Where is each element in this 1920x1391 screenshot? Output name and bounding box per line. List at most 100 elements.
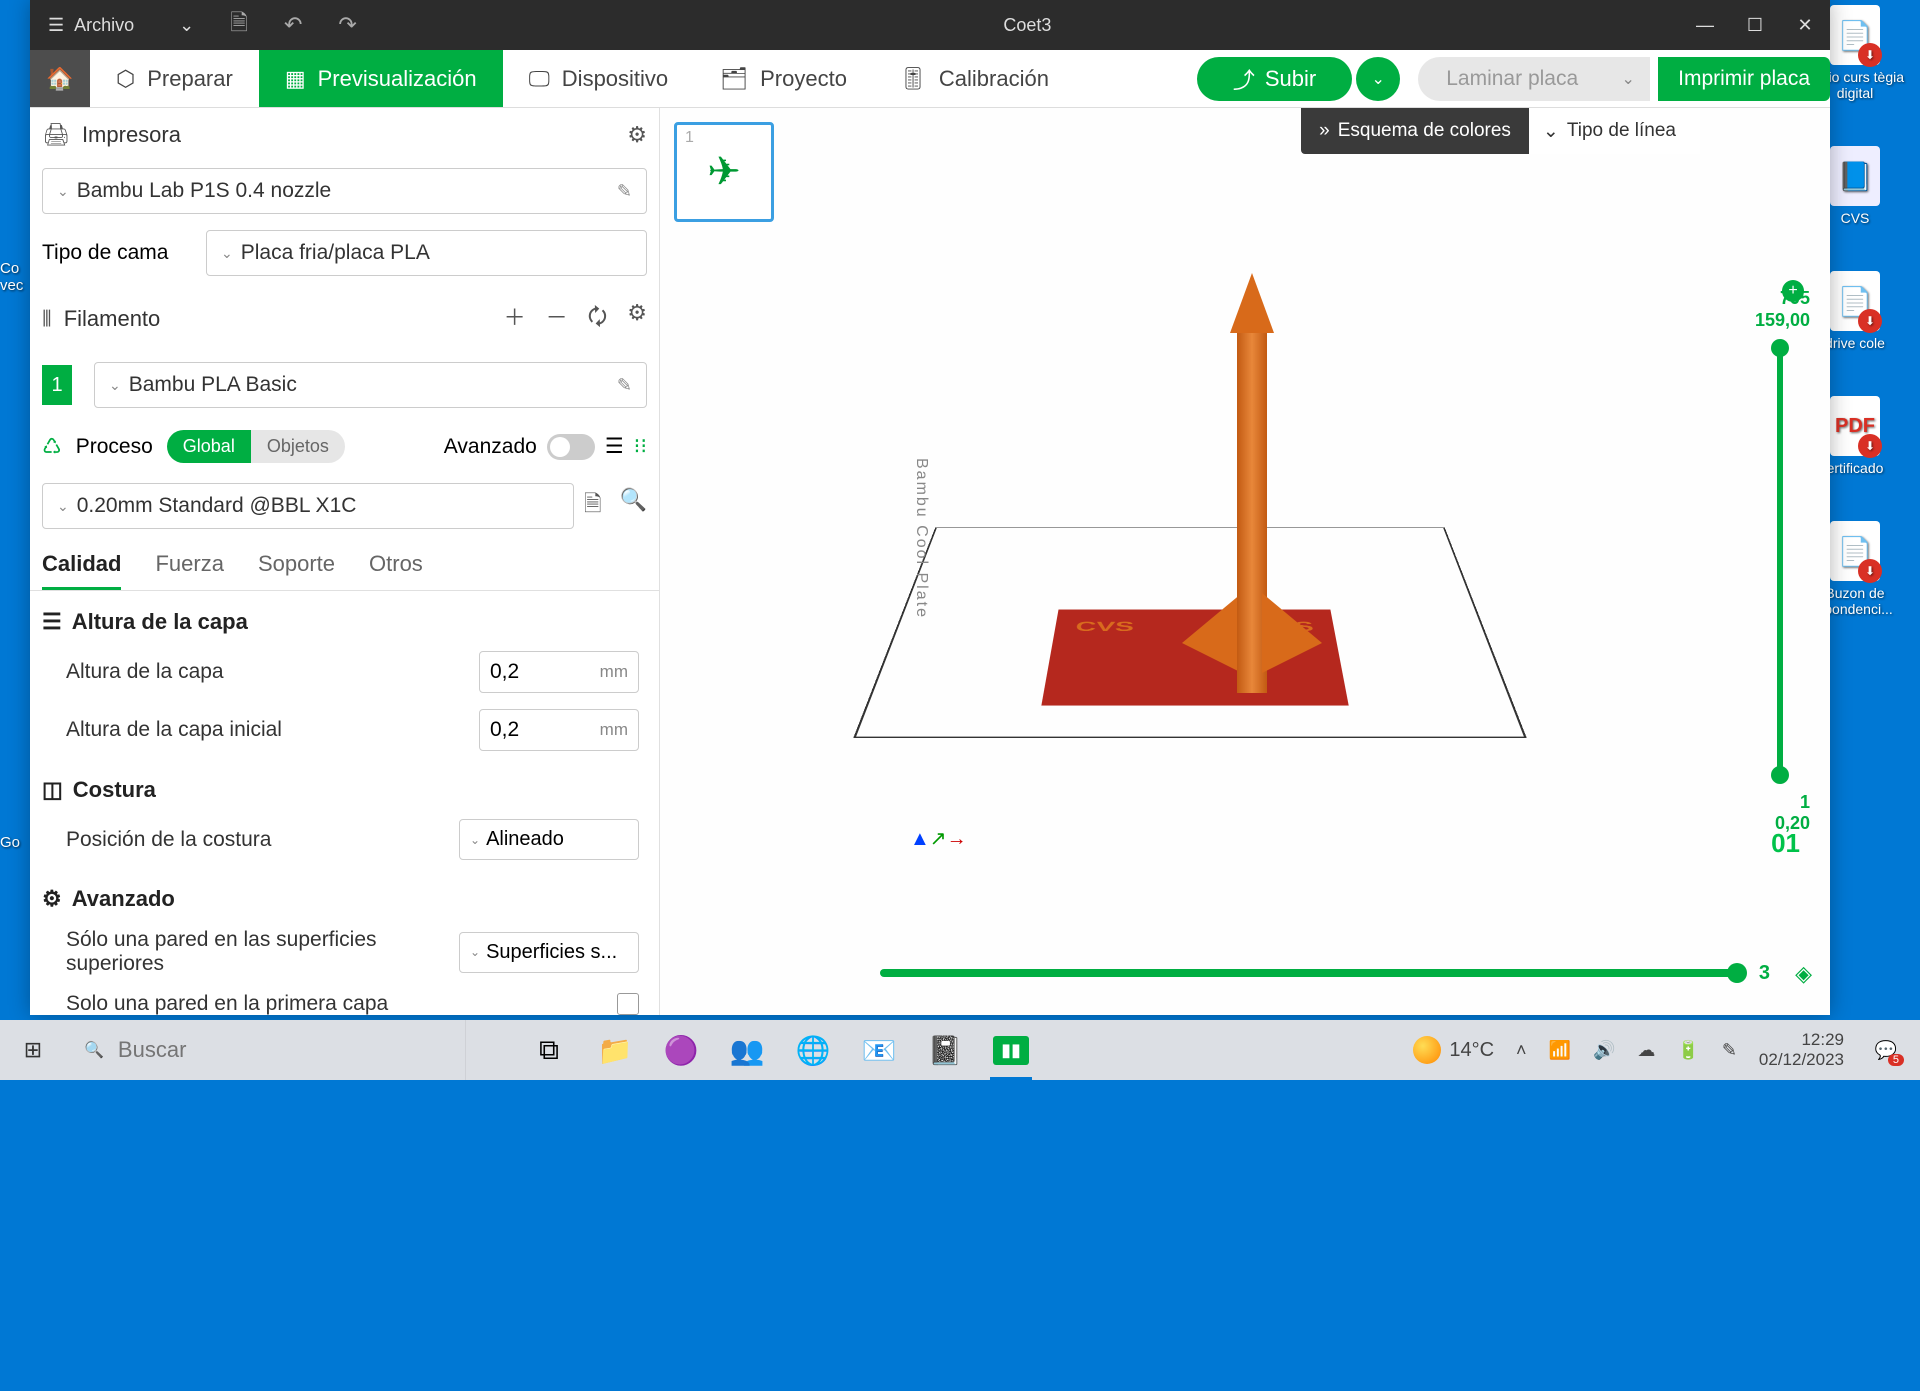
bambu-app[interactable]: ▮▮ <box>978 1020 1044 1080</box>
slice-dropdown[interactable]: ⌄ <box>1606 57 1650 101</box>
volume-icon[interactable]: 🔊 <box>1593 1040 1615 1061</box>
edge-app[interactable]: 🌐 <box>780 1020 846 1080</box>
seam-position-select[interactable]: ⌄Alineado <box>459 819 639 860</box>
start-button[interactable]: ⊞ <box>0 1020 66 1080</box>
filament-section-header: ⦀ Filamento ＋ － 🗘 ⚙ <box>30 286 659 352</box>
gear-icon[interactable]: ⚙ <box>627 122 647 148</box>
clock-date: 02/12/2023 <box>1759 1050 1844 1070</box>
tray-chevron-icon[interactable]: ˄ <box>1516 1040 1527 1061</box>
plate-thumbnail[interactable]: 1 ✈ <box>674 122 774 222</box>
layer-view-icon[interactable]: ◈ <box>1795 961 1812 987</box>
weather-icon <box>1413 1036 1441 1064</box>
close-button[interactable]: ✕ <box>1780 0 1830 50</box>
copilot-app[interactable]: 🟣 <box>648 1020 714 1080</box>
sync-icon[interactable]: 🗘 <box>588 300 608 338</box>
chevron-down-icon: ⌄ <box>470 833 480 847</box>
tab-others[interactable]: Otros <box>369 551 423 590</box>
hslider-knob[interactable] <box>1727 963 1747 983</box>
add-icon[interactable]: ＋ <box>504 300 526 338</box>
origin-axes: ▲↗→ <box>910 826 967 851</box>
bed-select[interactable]: ⌄ Placa fria/placa PLA <box>206 230 647 276</box>
filament-value: Bambu PLA Basic <box>129 373 297 397</box>
one-wall-first-checkbox[interactable] <box>617 993 639 1015</box>
preset-select[interactable]: ⌄ 0.20mm Standard @BBL X1C <box>42 483 574 529</box>
weather-widget[interactable]: 14°C <box>1413 1036 1494 1064</box>
horizontal-slider[interactable]: 3 <box>880 961 1770 985</box>
layer-slider-vertical[interactable]: + 795159,00 10,20 <box>1750 288 1810 835</box>
explorer-app[interactable]: 📁 <box>582 1020 648 1080</box>
battery-icon[interactable]: 🔋 <box>1677 1040 1699 1061</box>
slider-knob-top[interactable] <box>1771 339 1789 357</box>
taskbar-search[interactable]: 🔍 <box>66 1020 466 1080</box>
slider-add-top[interactable]: + <box>1782 280 1804 302</box>
remove-icon[interactable]: － <box>546 300 568 338</box>
onedrive-icon[interactable]: ☁ <box>1637 1040 1655 1061</box>
sliders-icon: 🎚 <box>899 66 927 92</box>
first-layer-height-field[interactable] <box>490 718 600 742</box>
titlebar: ☰ Archivo ⌄ 🗎 ↶ ↷ Coet3 — ☐ ✕ <box>30 0 1830 50</box>
tab-preview[interactable]: ▦Previsualización <box>259 50 503 107</box>
filament-slot-number[interactable]: 1 <box>42 365 72 405</box>
slice-button[interactable]: Laminar placa <box>1418 57 1606 101</box>
layer-height-field[interactable] <box>490 660 600 684</box>
teams-app[interactable]: 👥 <box>714 1020 780 1080</box>
compare-icon[interactable]: ⁝⁝ <box>634 434 647 459</box>
input-icon[interactable]: ✎ <box>1722 1040 1737 1061</box>
onenote-app[interactable]: 📓 <box>912 1020 978 1080</box>
unit-label: mm <box>600 720 628 740</box>
upload-button[interactable]: ⤴Subir <box>1197 57 1352 101</box>
save-preset-icon[interactable]: 🗎 <box>584 487 602 525</box>
home-button[interactable]: 🏠 <box>30 50 90 107</box>
settings-tabs: Calidad Fuerza Soporte Otros <box>30 537 659 591</box>
search-icon[interactable]: 🔍 <box>620 487 647 525</box>
filament-select[interactable]: ⌄ Bambu PLA Basic ✎ <box>94 362 647 408</box>
desktop-partial-labels: Co vec Go <box>0 260 26 1391</box>
tab-project[interactable]: 🗂Proyecto <box>694 50 873 107</box>
upload-dropdown[interactable]: ⌄ <box>1356 57 1400 101</box>
tab-strength[interactable]: Fuerza <box>155 551 223 590</box>
3d-viewport[interactable]: 1 ✈ »Esquema de colores ⌄Tipo de línea C… <box>660 108 1830 1015</box>
file-menu[interactable]: ☰ Archivo ⌄ <box>30 0 212 50</box>
slider-knob-bottom[interactable] <box>1771 766 1789 784</box>
list-icon[interactable]: ☰ <box>605 434 624 459</box>
printer-select[interactable]: ⌄ Bambu Lab P1S 0.4 nozzle ✎ <box>42 168 647 214</box>
sidebar: 🖨 Impresora ⚙ ⌄ Bambu Lab P1S 0.4 nozzle… <box>30 108 660 1015</box>
maximize-button[interactable]: ☐ <box>1730 0 1780 50</box>
print-button[interactable]: Imprimir placa <box>1658 57 1830 101</box>
task-view-button[interactable]: ⧉ <box>516 1020 582 1080</box>
tab-device[interactable]: 🖵Dispositivo <box>503 50 695 107</box>
advanced-toggle[interactable] <box>547 434 595 460</box>
undo-icon[interactable]: ↶ <box>266 12 320 38</box>
tab-support[interactable]: Soporte <box>258 551 335 590</box>
clock[interactable]: 12:29 02/12/2023 <box>1759 1030 1844 1071</box>
layer-height-input[interactable]: mm <box>479 651 639 693</box>
save-icon[interactable]: 🗎 <box>212 6 266 44</box>
section-title: Filamento <box>64 306 161 332</box>
window-title: Coet3 <box>375 15 1680 36</box>
minimize-button[interactable]: — <box>1680 0 1730 50</box>
wifi-icon[interactable]: 📶 <box>1549 1040 1571 1061</box>
outlook-app[interactable]: 📧 <box>846 1020 912 1080</box>
folder-icon: 🗂 <box>720 66 748 92</box>
chevron-down-icon: ⌄ <box>179 15 194 36</box>
one-wall-top-value: Superficies s... <box>486 941 617 964</box>
param-label: Sólo una pared en las superficies superi… <box>66 928 459 976</box>
one-wall-top-select[interactable]: ⌄Superficies s... <box>459 932 639 973</box>
edit-icon[interactable]: ✎ <box>617 375 632 396</box>
search-input[interactable] <box>118 1037 447 1063</box>
global-objects-toggle[interactable]: Global Objetos <box>167 430 345 463</box>
redo-icon[interactable]: ↷ <box>320 12 374 38</box>
pill-objects: Objetos <box>251 430 345 463</box>
first-layer-height-input[interactable]: mm <box>479 709 639 751</box>
tab-quality[interactable]: Calidad <box>42 551 121 590</box>
file-menu-label: Archivo <box>74 15 134 36</box>
gear-icon[interactable]: ⚙ <box>627 300 647 338</box>
preset-value: 0.20mm Standard @BBL X1C <box>77 494 357 518</box>
color-scheme-bar[interactable]: »Esquema de colores ⌄Tipo de línea <box>1301 108 1700 154</box>
edit-icon[interactable]: ✎ <box>617 181 632 202</box>
tab-calibration[interactable]: 🎚Calibración <box>873 50 1075 107</box>
chevron-down-icon: ⌄ <box>57 498 69 515</box>
tab-prepare[interactable]: ⬡Preparar <box>90 50 259 107</box>
tab-label: Dispositivo <box>562 66 668 92</box>
notifications-button[interactable]: 💬5 <box>1866 1030 1906 1070</box>
